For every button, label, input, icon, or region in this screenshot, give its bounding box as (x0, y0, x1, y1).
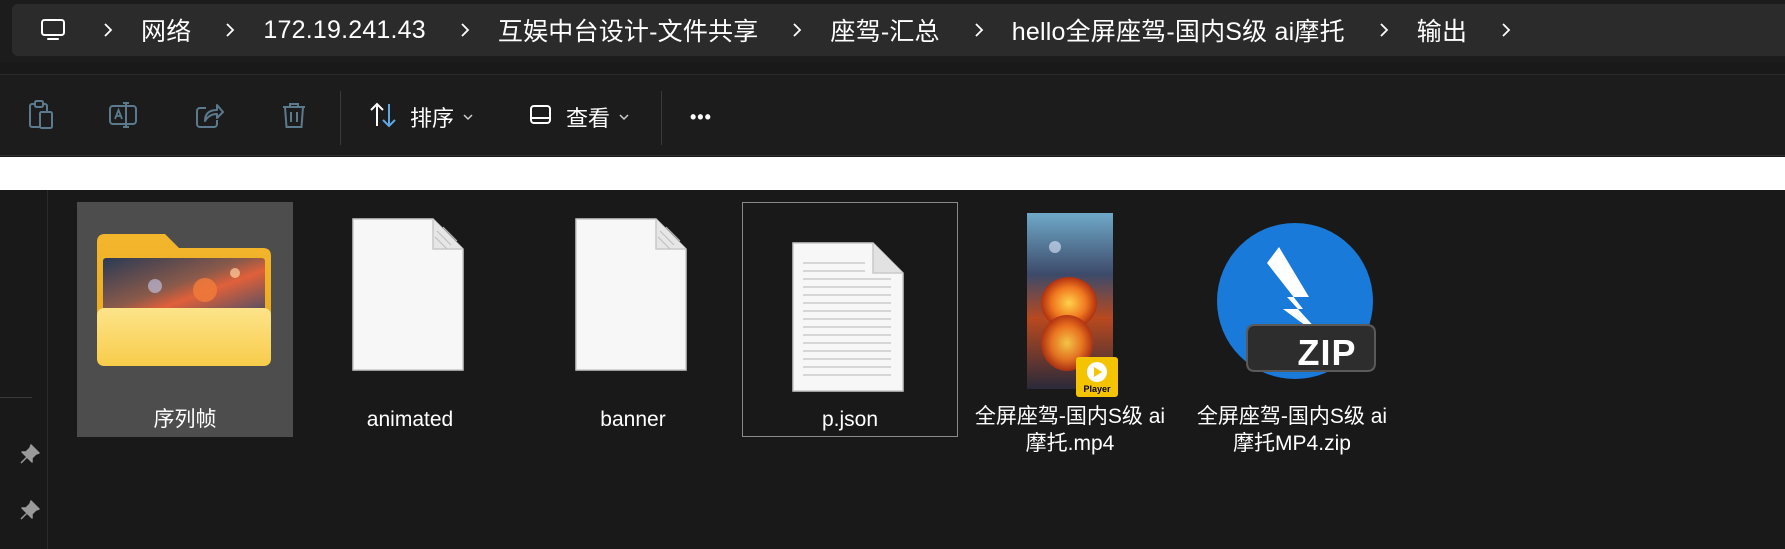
player-badge: Player (1076, 357, 1118, 397)
breadcrumb-item-network[interactable]: 网络 (141, 12, 191, 48)
blank-file-icon (351, 217, 465, 377)
view-label: 查看 (566, 106, 611, 131)
share-button[interactable] (194, 95, 224, 139)
trash-icon (280, 100, 308, 135)
toolbar-divider (340, 91, 341, 145)
this-pc-icon[interactable] (33, 10, 73, 50)
more-icon: ••• (690, 106, 712, 127)
pin-icon[interactable] (19, 499, 41, 521)
chevron-right-icon[interactable] (1375, 22, 1393, 38)
share-icon (194, 100, 224, 135)
pin-icon[interactable] (19, 443, 41, 465)
blank-file-icon (574, 217, 688, 377)
rename-button[interactable] (108, 95, 140, 139)
rename-icon (108, 100, 140, 135)
zip-badge-label: ZIP (1297, 332, 1357, 373)
header-strip (0, 157, 1785, 190)
breadcrumb-item-share[interactable]: 互娱中台设计-文件共享 (498, 12, 759, 48)
breadcrumb-item-summary[interactable]: 座驾-汇总 (830, 12, 939, 48)
sort-icon (368, 101, 398, 134)
text-file-icon (791, 241, 905, 398)
chevron-down-icon (618, 113, 630, 121)
more-options-button[interactable]: ••• (690, 95, 712, 139)
view-icon (528, 103, 554, 132)
command-bar: 排序 查看 ••• (0, 74, 1785, 156)
chevron-down-icon (462, 113, 474, 121)
paste-icon (26, 99, 56, 136)
file-name: animated (366, 408, 454, 431)
breadcrumb: 网络 172.19.241.43 互娱中台设计-文件共享 座驾-汇总 hello… (73, 4, 1539, 56)
file-name: banner (600, 408, 666, 431)
delete-button[interactable] (280, 95, 308, 139)
breadcrumb-item-project[interactable]: hello全屏座驾-国内S级 ai摩托 (1012, 12, 1345, 48)
chevron-right-icon[interactable] (456, 22, 474, 38)
chevron-right-icon[interactable] (99, 22, 117, 38)
toolbar-divider (661, 91, 662, 145)
address-row: 网络 172.19.241.43 互娱中台设计-文件共享 座驾-汇总 hello… (0, 0, 1785, 62)
chevron-right-icon[interactable] (970, 22, 988, 38)
file-item[interactable]: animated (302, 202, 518, 437)
file-item[interactable]: ZIP 全屏座驾-国内S级 ai 摩托MP4.zip (1184, 202, 1400, 455)
breadcrumb-item-host[interactable]: 172.19.241.43 (263, 16, 425, 45)
file-list: 序列帧 animated banner p.json Player 全屏座驾-国… (49, 190, 1785, 549)
address-bar[interactable]: 网络 172.19.241.43 互娱中台设计-文件共享 座驾-汇总 hello… (12, 4, 1785, 56)
chevron-right-icon[interactable] (788, 22, 806, 38)
file-item[interactable]: Player 全屏座驾-国内S级 ai 摩托.mp4 (962, 202, 1178, 455)
chevron-right-icon[interactable] (221, 22, 239, 38)
paste-button[interactable] (26, 95, 56, 139)
view-button[interactable]: 查看 (528, 95, 630, 139)
file-name: 全屏座驾-国内S级 ai 摩托.mp4 (974, 405, 1166, 455)
player-badge-label: Player (1083, 384, 1111, 394)
folder-icon (95, 228, 273, 373)
chevron-right-icon[interactable] (1497, 22, 1515, 38)
nav-divider (0, 397, 32, 398)
folder-item[interactable]: 序列帧 (77, 202, 293, 437)
sort-button[interactable]: 排序 (368, 95, 474, 139)
navigation-pane[interactable] (0, 190, 48, 549)
file-name: 序列帧 (153, 408, 217, 431)
breadcrumb-item-output[interactable]: 输出 (1417, 12, 1467, 48)
file-name: 全屏座驾-国内S级 ai 摩托MP4.zip (1196, 405, 1388, 455)
sort-label: 排序 (410, 106, 455, 131)
file-item[interactable]: p.json (742, 202, 958, 437)
file-item[interactable]: banner (525, 202, 741, 437)
file-name: p.json (821, 408, 879, 431)
